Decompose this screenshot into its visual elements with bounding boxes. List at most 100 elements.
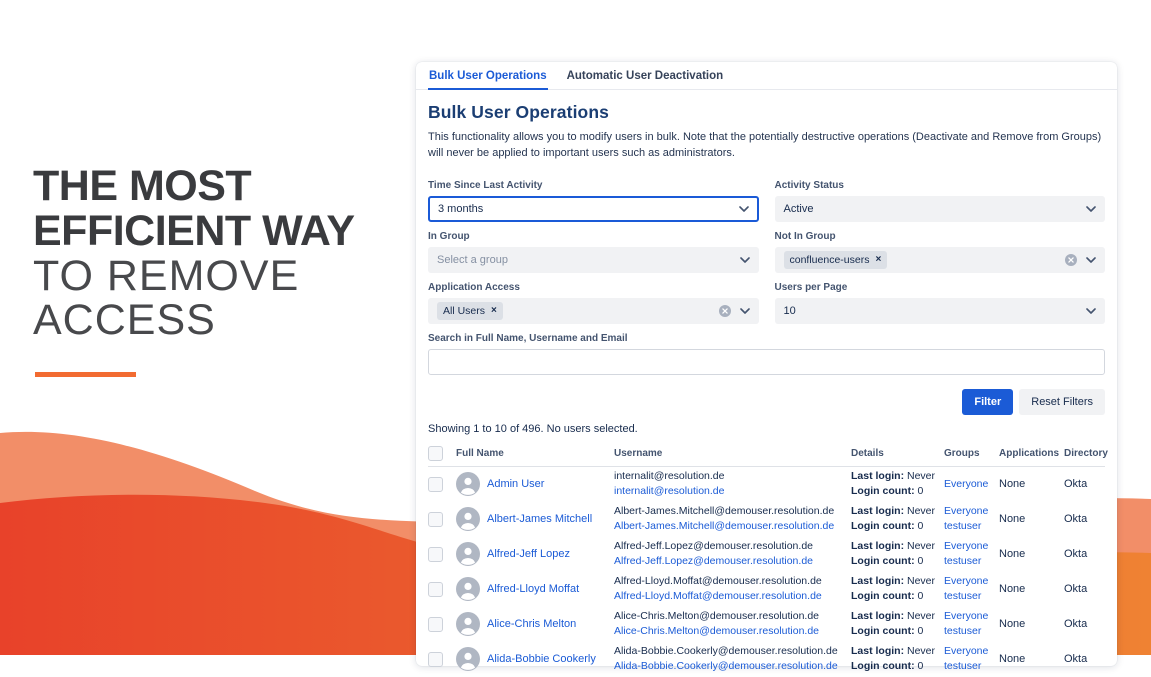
username-text: Alfred-Jeff.Lopez@demouser.resolution.de (614, 540, 813, 553)
time-since-last-activity-label: Time Since Last Activity (428, 179, 543, 191)
chevron-down-icon (738, 205, 749, 212)
login-count-label: Login count: (851, 590, 915, 602)
group-link[interactable]: Everyone (944, 504, 999, 519)
table-header-row: Full Name Username Details Groups Applic… (428, 441, 1108, 467)
hero-accent-bar (35, 372, 136, 377)
search-input[interactable] (428, 348, 1105, 375)
group-link[interactable]: testuser (944, 554, 999, 569)
user-avatar-icon (456, 612, 480, 636)
time-since-last-activity-select[interactable]: 3 months (428, 195, 759, 222)
last-login-value: Never (904, 610, 936, 623)
remove-tag-icon[interactable]: × (491, 305, 497, 316)
activity-status-value: Active (783, 202, 814, 215)
group-link[interactable]: Everyone (944, 609, 999, 624)
not-in-group-tag-label: confluence-users (789, 253, 870, 266)
row-checkbox[interactable] (428, 476, 443, 492)
group-link[interactable]: Everyone (944, 539, 999, 554)
groups-cell: Everyone testuser (944, 609, 999, 638)
row-checkbox[interactable] (428, 581, 443, 597)
group-link[interactable]: Everyone (944, 644, 999, 659)
not-in-group-select[interactable]: confluence-users × (774, 246, 1105, 273)
groups-cell: Everyone testuser (944, 644, 999, 673)
last-login-label: Last login: (851, 575, 905, 588)
group-link[interactable]: Everyone (944, 477, 999, 492)
user-name-link[interactable]: Admin User (487, 478, 544, 490)
last-login-value: Never (904, 470, 936, 483)
row-checkbox[interactable] (428, 546, 443, 562)
username-link[interactable]: Alfred-Lloyd.Moffat@demouser.resolution.… (614, 589, 851, 604)
users-per-page-select[interactable]: 10 (774, 297, 1105, 324)
remove-tag-icon[interactable]: × (875, 254, 881, 265)
header-full-name: Full Name (456, 447, 504, 459)
login-count-value: 0 (914, 485, 924, 497)
directory-cell: Okta (1064, 548, 1088, 560)
applications-cell: None (999, 618, 1026, 630)
results-summary: Showing 1 to 10 of 496. No users selecte… (428, 422, 638, 435)
table-row: Alfred-Jeff Lopez Alfred-Jeff.Lopez@demo… (428, 537, 1105, 572)
activity-status-label: Activity Status (774, 179, 844, 191)
last-login-label: Last login: (851, 540, 905, 553)
filter-button[interactable]: Filter (962, 388, 1014, 415)
last-login-label: Last login: (851, 470, 905, 483)
group-link[interactable]: testuser (944, 519, 999, 534)
group-link[interactable]: testuser (944, 624, 999, 639)
hero-line-4: ACCESS (33, 296, 216, 344)
username-link[interactable]: internalit@resolution.de (614, 484, 851, 499)
chevron-down-icon (739, 307, 750, 314)
application-access-tag: All Users × (437, 301, 503, 320)
header-username: Username (614, 447, 663, 459)
chevron-down-icon (1086, 307, 1096, 314)
row-checkbox[interactable] (428, 651, 443, 667)
hero-line-2: EFFICIENT WAY (33, 207, 355, 255)
login-count-label: Login count: (851, 555, 915, 567)
groups-cell: Everyone testuser (944, 539, 999, 568)
directory-cell: Okta (1064, 618, 1088, 630)
application-access-select[interactable]: All Users × (428, 297, 759, 324)
row-checkbox[interactable] (428, 616, 443, 632)
login-count-label: Login count: (851, 660, 915, 672)
in-group-label: In Group (428, 230, 470, 242)
in-group-select[interactable]: Select a group (428, 246, 759, 273)
last-login-value: Never (904, 645, 936, 658)
reset-filters-button[interactable]: Reset Filters (1019, 388, 1105, 415)
login-count-value: 0 (914, 625, 924, 637)
select-all-checkbox[interactable] (428, 445, 443, 461)
tab-automatic-user-deactivation[interactable]: Automatic User Deactivation (566, 62, 725, 90)
username-text: Alfred-Lloyd.Moffat@demouser.resolution.… (614, 575, 822, 588)
last-login-value: Never (904, 505, 936, 518)
header-applications: Applications (999, 447, 1060, 459)
group-link[interactable]: Everyone (944, 574, 999, 589)
not-in-group-tag: confluence-users × (783, 250, 888, 269)
groups-cell: Everyone (944, 477, 999, 492)
login-count-value: 0 (914, 520, 924, 532)
directory-cell: Okta (1064, 583, 1088, 595)
user-name-link[interactable]: Alfred-Lloyd Moffat (487, 583, 579, 595)
in-group-placeholder: Select a group (437, 253, 508, 266)
activity-status-select[interactable]: Active (774, 195, 1105, 222)
application-access-tag-label: All Users (443, 304, 486, 317)
tab-bulk-user-operations[interactable]: Bulk User Operations (428, 62, 548, 90)
user-avatar-icon (456, 472, 480, 496)
directory-cell: Okta (1064, 478, 1088, 490)
login-count-label: Login count: (851, 485, 915, 497)
username-link[interactable]: Alfred-Jeff.Lopez@demouser.resolution.de (614, 554, 851, 569)
users-per-page-label: Users per Page (774, 281, 848, 293)
header-groups: Groups (944, 447, 980, 459)
group-link[interactable]: testuser (944, 589, 999, 604)
user-name-link[interactable]: Albert-James Mitchell (487, 513, 592, 525)
table-row: Alice-Chris Melton Alice-Chris.Melton@de… (428, 607, 1105, 642)
chevron-down-icon (1086, 256, 1096, 263)
row-checkbox[interactable] (428, 511, 443, 527)
page-description: This functionality allows you to modify … (428, 130, 1102, 160)
group-link[interactable]: testuser (944, 659, 999, 674)
username-link[interactable]: Alice-Chris.Melton@demouser.resolution.d… (614, 624, 851, 639)
user-avatar-icon (456, 542, 480, 566)
username-link[interactable]: Albert-James.Mitchell@demouser.resolutio… (614, 519, 851, 534)
table-row: Admin User internalit@resolution.de inte… (428, 467, 1105, 502)
username-link[interactable]: Alida-Bobbie.Cookerly@demouser.resolutio… (614, 659, 851, 674)
clear-all-icon[interactable] (1065, 253, 1077, 266)
clear-all-icon[interactable] (718, 304, 731, 317)
username-text: Alida-Bobbie.Cookerly@demouser.resolutio… (614, 645, 838, 658)
user-name-link[interactable]: Alfred-Jeff Lopez (487, 548, 570, 560)
user-name-link[interactable]: Alice-Chris Melton (487, 618, 576, 630)
